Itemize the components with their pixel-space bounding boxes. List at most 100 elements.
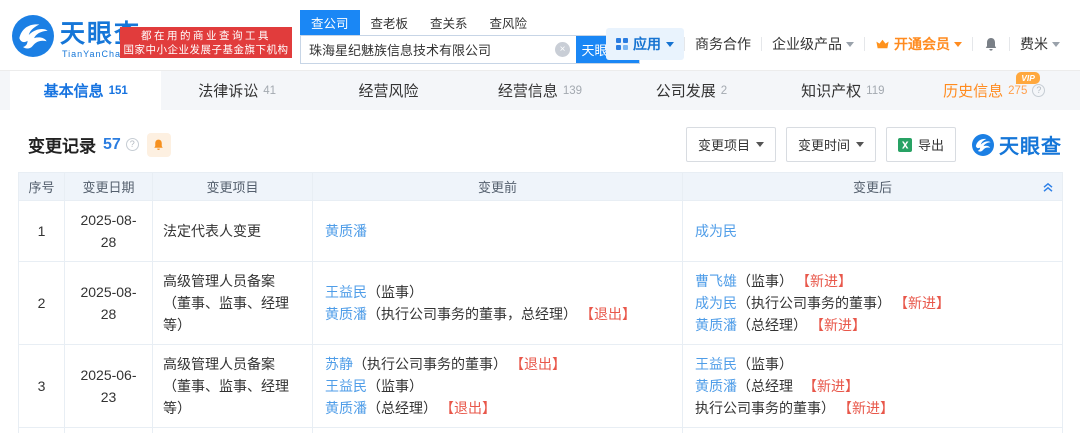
filter-change-time-button[interactable]: 变更时间 [786, 127, 876, 162]
filter-change-item-button[interactable]: 变更项目 [686, 127, 776, 162]
status-tag: 【新进】 [901, 295, 950, 311]
tab-count: 139 [563, 85, 582, 97]
nav-business-cooperation[interactable]: 商务合作 [685, 34, 761, 54]
company-tab-bar: 基本信息 151 法律诉讼 41 经营风险 经营信息 139 公司发展 2 知识… [0, 70, 1080, 110]
tab-label: 经营风险 [359, 80, 419, 101]
chevron-down-icon [856, 142, 864, 147]
person-link[interactable]: 成为民 [695, 223, 737, 239]
nav-apps-menu[interactable]: 应用 [606, 28, 684, 60]
tianyancha-logo-icon [972, 134, 994, 156]
tab-basic-info[interactable]: 基本信息 151 [10, 71, 161, 110]
tab-history-info[interactable]: VIP 历史信息 275 ? [919, 71, 1070, 110]
nav-enterprise-label: 企业级产品 [772, 34, 842, 54]
tab-legal-proceedings[interactable]: 法律诉讼 41 [161, 71, 312, 110]
change-line: 王益民（监事） [325, 375, 670, 397]
monitor-bell-button[interactable] [147, 133, 171, 157]
row-index-cell: 3 [19, 345, 65, 428]
vip-badge: VIP [1016, 72, 1040, 84]
nav-enterprise-products[interactable]: 企业级产品 [762, 34, 864, 54]
change-line: 黄质潘 [325, 220, 670, 242]
search-tab-company[interactable]: 查公司 [300, 10, 360, 35]
change-line: 曹飞雄（监事） 【新进】 [695, 270, 1050, 292]
role-text: （监事） [737, 273, 793, 289]
table-header-row: 序号 变更日期 变更项目 变更前 变更后 [19, 173, 1063, 201]
search-row: × 天眼一下 [300, 35, 640, 64]
section-title: 变更记录 [28, 132, 96, 157]
collapse-chevrons-icon[interactable] [1042, 181, 1054, 193]
search-tab-boss[interactable]: 查老板 [360, 10, 420, 35]
help-icon[interactable]: ? [1032, 84, 1045, 97]
tab-label: 经营信息 [498, 80, 558, 101]
search-input[interactable] [301, 36, 555, 63]
header-no: 序号 [19, 173, 65, 201]
person-link[interactable]: 苏静 [325, 356, 353, 372]
tab-label: 基本信息 [44, 80, 104, 101]
row-index-cell: 4 [19, 428, 65, 433]
person-link[interactable]: 黄质潘 [325, 223, 367, 239]
filter-label: 变更项目 [698, 135, 750, 154]
nav-vip-label: 开通会员 [894, 34, 950, 54]
role-text: （执行公司事务的董事，总经理） [367, 306, 577, 322]
export-button[interactable]: 导出 [886, 127, 956, 162]
person-link[interactable]: 王益民 [695, 356, 737, 372]
chevron-down-icon [954, 42, 962, 47]
help-icon[interactable]: ? [126, 138, 139, 151]
table-row: 42025-06-23法定代表人变更苏静黄质潘 [19, 428, 1063, 433]
crown-icon [875, 38, 890, 50]
person-link[interactable]: 黄质潘 [695, 378, 737, 394]
person-link[interactable]: 成为民 [695, 295, 737, 311]
change-item-cell: 法定代表人变更 [153, 201, 313, 262]
change-line: 黄质潘（总经理）【退出】 [325, 397, 670, 419]
notification-bell-button[interactable] [973, 36, 1009, 52]
person-link[interactable]: 王益民 [325, 378, 367, 394]
role-text: （监事） [737, 356, 793, 372]
change-after-cell: 曹飞雄（监事）【新进】成为民（执行公司事务的董事）【新进】黄质潘（总经理）【新进… [683, 262, 1063, 345]
clear-icon[interactable]: × [555, 42, 570, 57]
chevron-down-icon [756, 142, 764, 147]
tab-business-info[interactable]: 经营信息 139 [464, 71, 615, 110]
person-link[interactable]: 黄质潘 [325, 306, 367, 322]
table-row: 32025-06-23高级管理人员备案（董事、监事、经理等）苏静（执行公司事务的… [19, 345, 1063, 428]
person-link[interactable]: 王益民 [325, 284, 367, 300]
person-link[interactable]: 黄质潘 [325, 400, 367, 416]
nav-open-vip[interactable]: 开通会员 [865, 34, 972, 54]
section-actions: 变更项目 变更时间 导出 天眼查 [686, 127, 1062, 162]
role-text: （总经理） [367, 400, 437, 416]
change-item-cell: 高级管理人员备案（董事、监事、经理等） [153, 345, 313, 428]
table-row: 12025-08-28法定代表人变更黄质潘成为民 [19, 201, 1063, 262]
chevron-down-icon [666, 42, 674, 47]
status-tag: 【退出】 [587, 306, 636, 322]
tianyancha-watermark: 天眼查 [972, 130, 1062, 159]
chevron-down-icon [1052, 42, 1060, 47]
person-link[interactable]: 黄质潘 [695, 317, 737, 333]
change-before-cell: 王益民（监事）黄质潘（执行公司事务的董事，总经理）【退出】 [313, 262, 683, 345]
tab-label: 历史信息 [943, 80, 1003, 101]
filter-label: 变更时间 [798, 135, 850, 154]
status-tag: 【新进】 [845, 400, 894, 416]
change-line: 成为民（执行公司事务的董事）【新进】 [695, 292, 1050, 314]
search-tab-relation[interactable]: 查关系 [419, 10, 479, 35]
nav-user-menu[interactable]: 费米 [1010, 34, 1070, 54]
table-row: 22025-08-28高级管理人员备案（董事、监事、经理等）王益民（监事）黄质潘… [19, 262, 1063, 345]
header-after: 变更后 [683, 173, 1063, 201]
person-link[interactable]: 曹飞雄 [695, 273, 737, 289]
status-tag: 【新进】 [803, 273, 852, 289]
watermark-text: 天眼查 [999, 130, 1062, 159]
page-header: 天眼查 TianYanCha.com 都在用的商业查询工具 国家中小企业发展子基… [0, 0, 1080, 70]
search-tab-risk[interactable]: 查风险 [479, 10, 539, 35]
change-table-body: 12025-08-28法定代表人变更黄质潘成为民22025-08-28高级管理人… [19, 201, 1063, 433]
search-tabs: 查公司 查老板 查关系 查风险 [300, 10, 640, 35]
tab-company-development[interactable]: 公司发展 2 [616, 71, 767, 110]
apps-grid-icon [616, 38, 628, 50]
header-after-label: 变更后 [853, 180, 892, 195]
status-tag: 【新进】 [803, 378, 859, 394]
tianyancha-logo-icon[interactable] [12, 15, 54, 57]
row-index-cell: 1 [19, 201, 65, 262]
tab-label: 知识产权 [801, 80, 861, 101]
change-line: 王益民（监事） [695, 353, 1050, 375]
change-records-section-bar: 变更记录 57 ? 变更项目 变更时间 导出 天眼查 [0, 110, 1080, 172]
slogan-banner: 都在用的商业查询工具 国家中小企业发展子基金旗下机构 [120, 27, 292, 58]
tab-intellectual-property[interactable]: 知识产权 119 [767, 71, 918, 110]
tab-operating-risk[interactable]: 经营风险 [313, 71, 464, 110]
change-before-cell: 苏静（执行公司事务的董事）【退出】王益民（监事）黄质潘（总经理）【退出】 [313, 345, 683, 428]
